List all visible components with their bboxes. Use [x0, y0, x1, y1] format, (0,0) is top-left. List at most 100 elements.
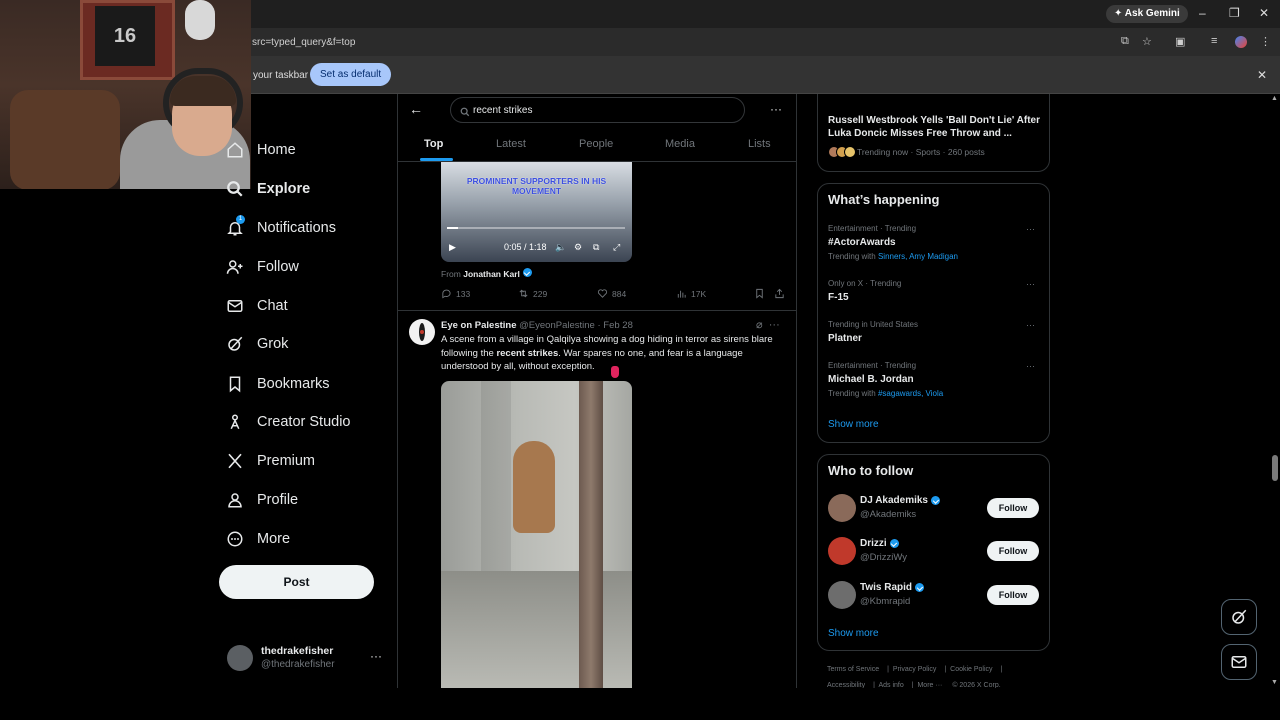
verified-badge-icon: [522, 268, 532, 277]
play-icon[interactable]: ▶: [449, 242, 456, 253]
search-options-icon[interactable]: ···: [770, 102, 782, 116]
avatar[interactable]: [828, 537, 856, 565]
follow-suggestion-handle[interactable]: @Akademiks: [860, 509, 916, 520]
rusty-pillar: [579, 381, 603, 688]
nav-profile[interactable]: Profile: [226, 485, 298, 515]
minimize-icon[interactable]: –: [1199, 6, 1206, 20]
tweet-date[interactable]: Feb 28: [603, 320, 633, 331]
trend-name[interactable]: Michael B. Jordan: [828, 374, 914, 385]
search-input[interactable]: recent strikes: [450, 97, 745, 123]
bookmark-button[interactable]: [754, 288, 769, 299]
media-icon[interactable]: ≡: [1211, 35, 1217, 47]
tweet-video-player[interactable]: PROMINENT SUPPORTERS IN HIS MOVEMENT ▶ 0…: [441, 162, 632, 262]
trend-with-links[interactable]: #sagawards, Viola: [878, 389, 943, 398]
share-button[interactable]: [774, 288, 789, 299]
home-icon: [226, 141, 244, 159]
reply-button[interactable]: 133: [441, 288, 470, 299]
profile-avatar-icon[interactable]: [1235, 36, 1247, 48]
footer-link[interactable]: Privacy Policy: [893, 666, 937, 673]
nav-bookmarks[interactable]: Bookmarks: [226, 369, 330, 399]
ask-gemini-button[interactable]: ✦ Ask Gemini: [1106, 5, 1188, 23]
account-name: thedrakefisher: [261, 645, 334, 657]
volume-icon[interactable]: 🔈: [555, 242, 566, 253]
account-switcher[interactable]: thedrakefisher @thedrakefisher ···: [227, 644, 387, 674]
author-name[interactable]: Eye on Palestine: [441, 320, 517, 331]
follow-suggestion-name[interactable]: DJ Akademiks: [860, 495, 940, 506]
close-window-icon[interactable]: ✕: [1259, 6, 1269, 20]
like-button[interactable]: 884: [597, 288, 626, 299]
author-handle[interactable]: @EyeonPalestine: [519, 320, 595, 331]
jersey: 16: [95, 6, 155, 66]
repost-button[interactable]: 229: [518, 288, 547, 299]
nav-chat[interactable]: Chat: [226, 291, 288, 321]
show-more-link[interactable]: Show more: [828, 419, 879, 430]
trend-name[interactable]: F-15: [828, 292, 849, 303]
more-dots-icon[interactable]: ···: [370, 649, 382, 663]
more-dots-icon[interactable]: ···: [1026, 320, 1035, 330]
avatar[interactable]: [828, 494, 856, 522]
page-scrollbar[interactable]: [1270, 94, 1280, 688]
source-name[interactable]: Jonathan Karl: [463, 269, 520, 279]
tab-latest[interactable]: Latest: [496, 138, 526, 150]
avatar[interactable]: [828, 581, 856, 609]
tab-people[interactable]: People: [579, 138, 613, 150]
nav-label: Bookmarks: [257, 376, 330, 392]
follow-button[interactable]: Follow: [987, 498, 1039, 518]
trend-with-links[interactable]: Sinners, Amy Madigan: [878, 252, 958, 261]
back-arrow-icon[interactable]: ←: [409, 101, 423, 117]
settings-icon[interactable]: ⚙: [574, 242, 582, 253]
scrollbar-thumb[interactable]: [1272, 455, 1278, 481]
restore-icon[interactable]: ❐: [1229, 6, 1240, 20]
tab-lists[interactable]: Lists: [748, 138, 771, 150]
more-dots-icon[interactable]: ···: [769, 319, 780, 331]
more-dots-icon[interactable]: ···: [1026, 279, 1035, 289]
pip-icon[interactable]: ⧉: [593, 242, 599, 253]
nav-creator-studio[interactable]: Creator Studio: [226, 407, 351, 437]
nav-follow[interactable]: Follow: [226, 252, 299, 282]
tab-top[interactable]: Top: [424, 138, 443, 150]
follow-suggestion-name[interactable]: Drizzi: [860, 538, 899, 549]
tweet-media-video[interactable]: [441, 381, 632, 688]
video-progress-bar[interactable]: [447, 227, 625, 229]
show-more-link[interactable]: Show more: [828, 628, 879, 639]
sidepanel-icon[interactable]: ▣: [1175, 35, 1185, 48]
grok-float-button[interactable]: [1221, 599, 1257, 635]
repost-icon: [519, 289, 528, 298]
footer-link[interactable]: Terms of Service: [827, 666, 879, 673]
scroll-up-icon[interactable]: ▲: [1271, 95, 1278, 102]
browser-menu-icon[interactable]: ⋮: [1260, 35, 1271, 48]
follow-button[interactable]: Follow: [987, 541, 1039, 561]
nav-premium[interactable]: Premium: [226, 446, 315, 476]
url-text[interactable]: src=typed_query&f=top: [252, 37, 355, 48]
follow-suggestion-handle[interactable]: @Kbmrapid: [860, 596, 910, 607]
more-dots-icon[interactable]: ···: [1026, 361, 1035, 371]
trend-name[interactable]: #ActorAwards: [828, 237, 896, 248]
webcam-overlay: 16: [0, 0, 251, 189]
set-default-button[interactable]: Set as default: [310, 63, 392, 86]
star-icon[interactable]: ☆: [1142, 35, 1152, 48]
nav-home[interactable]: Home: [226, 135, 296, 165]
follow-button[interactable]: Follow: [987, 585, 1039, 605]
nav-more[interactable]: More: [226, 524, 290, 554]
grok-icon[interactable]: ⌀: [756, 319, 763, 331]
install-icon[interactable]: ⧉: [1121, 35, 1129, 48]
news-card[interactable]: Russell Westbrook Yells 'Ball Don't Lie'…: [817, 94, 1050, 172]
views-button[interactable]: 17K: [676, 288, 706, 299]
footer-link[interactable]: Cookie Policy: [950, 666, 992, 673]
view-count: 17K: [691, 288, 707, 299]
avatar[interactable]: [409, 319, 435, 345]
nav-notifications[interactable]: 1 Notifications: [226, 213, 336, 243]
messages-float-button[interactable]: [1221, 644, 1257, 680]
post-button[interactable]: Post: [219, 565, 374, 599]
nav-explore[interactable]: Explore: [226, 174, 310, 204]
trend-name[interactable]: Platner: [828, 333, 862, 344]
fullscreen-icon[interactable]: ⤢: [613, 242, 620, 253]
nav-grok[interactable]: Grok: [226, 329, 288, 359]
more-dots-icon[interactable]: ···: [1026, 224, 1035, 234]
tab-media[interactable]: Media: [665, 138, 695, 150]
nav-label: Creator Studio: [257, 414, 351, 430]
infobar-close-icon[interactable]: ✕: [1257, 68, 1267, 82]
follow-suggestion-handle[interactable]: @DrizziWy: [860, 552, 907, 563]
follow-suggestion-name[interactable]: Twis Rapid: [860, 582, 925, 593]
scroll-down-icon[interactable]: ▼: [1271, 679, 1278, 686]
